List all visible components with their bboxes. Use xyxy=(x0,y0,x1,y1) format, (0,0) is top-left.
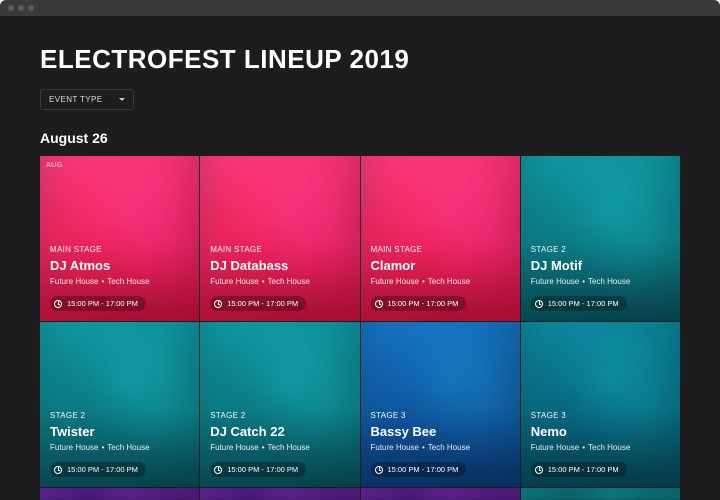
chevron-down-icon xyxy=(119,98,125,101)
time-range: 15:00 PM - 17:00 PM xyxy=(227,465,298,474)
genre-tag: Tech House xyxy=(588,277,630,286)
artist-name: DJ Databass xyxy=(210,258,349,273)
time-pill: 15:00 PM - 17:00 PM xyxy=(531,462,627,477)
genre-tag: Future House xyxy=(371,277,419,286)
stage-label: STAGE 3 xyxy=(371,411,510,420)
genre-tag: Tech House xyxy=(107,443,149,452)
browser-titlebar xyxy=(0,0,720,16)
maximize-window-icon[interactable] xyxy=(28,5,34,11)
genre-tag: Future House xyxy=(210,443,258,452)
time-pill: 15:00 PM - 17:00 PM xyxy=(371,296,467,311)
genre-tag: Tech House xyxy=(107,277,149,286)
event-card[interactable]: STAGE 2 DJ Catch 22 Future House•Tech Ho… xyxy=(200,322,359,487)
artist-name: Bassy Bee xyxy=(371,424,510,439)
app-root: ELECTROFEST LINEUP 2019 EVENT TYPE Augus… xyxy=(0,16,720,500)
genre-tag: Future House xyxy=(50,443,98,452)
date-heading: August 26 xyxy=(40,130,680,146)
genre-list: Future House•Tech House xyxy=(531,443,670,452)
clock-icon xyxy=(214,466,222,474)
genre-tag: Tech House xyxy=(268,277,310,286)
time-range: 15:00 PM - 17:00 PM xyxy=(548,299,619,308)
page-title: ELECTROFEST LINEUP 2019 xyxy=(40,44,680,75)
time-pill: 15:00 PM - 17:00 PM xyxy=(50,296,146,311)
genre-list: Future House•Tech House xyxy=(50,277,189,286)
event-card[interactable]: AUG MAIN STAGE DJ Atmos Future House•Tec… xyxy=(40,156,199,321)
genre-tag: Future House xyxy=(50,277,98,286)
genre-list: Future House•Tech House xyxy=(371,277,510,286)
genre-list: Future House•Tech House xyxy=(371,443,510,452)
time-pill: 15:00 PM - 17:00 PM xyxy=(531,296,627,311)
event-type-filter[interactable]: EVENT TYPE xyxy=(40,89,134,110)
event-card[interactable]: STAGE 2 DJ Motif Future House•Tech House… xyxy=(521,156,680,321)
event-card-partial[interactable] xyxy=(361,488,520,500)
stage-label: STAGE 2 xyxy=(210,411,349,420)
clock-icon xyxy=(375,466,383,474)
genre-list: Future House•Tech House xyxy=(210,277,349,286)
genre-list: Future House•Tech House xyxy=(531,277,670,286)
time-range: 15:00 PM - 17:00 PM xyxy=(67,465,138,474)
artist-name: DJ Motif xyxy=(531,258,670,273)
genre-tag: Tech House xyxy=(588,443,630,452)
event-grid: AUG MAIN STAGE DJ Atmos Future House•Tec… xyxy=(40,156,680,500)
time-range: 15:00 PM - 17:00 PM xyxy=(67,299,138,308)
filter-label: EVENT TYPE xyxy=(49,95,103,104)
clock-icon xyxy=(54,466,62,474)
event-card[interactable]: MAIN STAGE Clamor Future House•Tech Hous… xyxy=(361,156,520,321)
time-range: 15:00 PM - 17:00 PM xyxy=(388,465,459,474)
minimize-window-icon[interactable] xyxy=(18,5,24,11)
stage-label: MAIN STAGE xyxy=(371,245,510,254)
artist-name: Twister xyxy=(50,424,189,439)
close-window-icon[interactable] xyxy=(8,5,14,11)
time-pill: 15:00 PM - 17:00 PM xyxy=(50,462,146,477)
clock-icon xyxy=(535,466,543,474)
genre-list: Future House•Tech House xyxy=(50,443,189,452)
genre-tag: Tech House xyxy=(268,443,310,452)
artist-name: DJ Catch 22 xyxy=(210,424,349,439)
artist-name: Nemo xyxy=(531,424,670,439)
genre-tag: Future House xyxy=(531,277,579,286)
genre-tag: Future House xyxy=(371,443,419,452)
clock-icon xyxy=(375,300,383,308)
artist-name: DJ Atmos xyxy=(50,258,189,273)
time-range: 15:00 PM - 17:00 PM xyxy=(227,299,298,308)
genre-tag: Tech House xyxy=(428,277,470,286)
genre-tag: Tech House xyxy=(428,443,470,452)
clock-icon xyxy=(54,300,62,308)
time-pill: 15:00 PM - 17:00 PM xyxy=(210,462,306,477)
event-card[interactable]: STAGE 2 Twister Future House•Tech House … xyxy=(40,322,199,487)
time-pill: 15:00 PM - 17:00 PM xyxy=(210,296,306,311)
stage-label: STAGE 2 xyxy=(531,245,670,254)
clock-icon xyxy=(214,300,222,308)
genre-list: Future House•Tech House xyxy=(210,443,349,452)
event-card-partial[interactable] xyxy=(521,488,680,500)
time-range: 15:00 PM - 17:00 PM xyxy=(548,465,619,474)
time-range: 15:00 PM - 17:00 PM xyxy=(388,299,459,308)
month-badge: AUG xyxy=(46,162,63,169)
time-pill: 15:00 PM - 17:00 PM xyxy=(371,462,467,477)
clock-icon xyxy=(535,300,543,308)
event-card[interactable]: MAIN STAGE DJ Databass Future House•Tech… xyxy=(200,156,359,321)
stage-label: STAGE 2 xyxy=(50,411,189,420)
stage-label: STAGE 3 xyxy=(531,411,670,420)
genre-tag: Future House xyxy=(210,277,258,286)
artist-name: Clamor xyxy=(371,258,510,273)
event-card-partial[interactable] xyxy=(200,488,359,500)
event-card-partial[interactable] xyxy=(40,488,199,500)
event-card[interactable]: STAGE 3 Bassy Bee Future House•Tech Hous… xyxy=(361,322,520,487)
genre-tag: Future House xyxy=(531,443,579,452)
stage-label: MAIN STAGE xyxy=(210,245,349,254)
stage-label: MAIN STAGE xyxy=(50,245,189,254)
event-card[interactable]: STAGE 3 Nemo Future House•Tech House 15:… xyxy=(521,322,680,487)
